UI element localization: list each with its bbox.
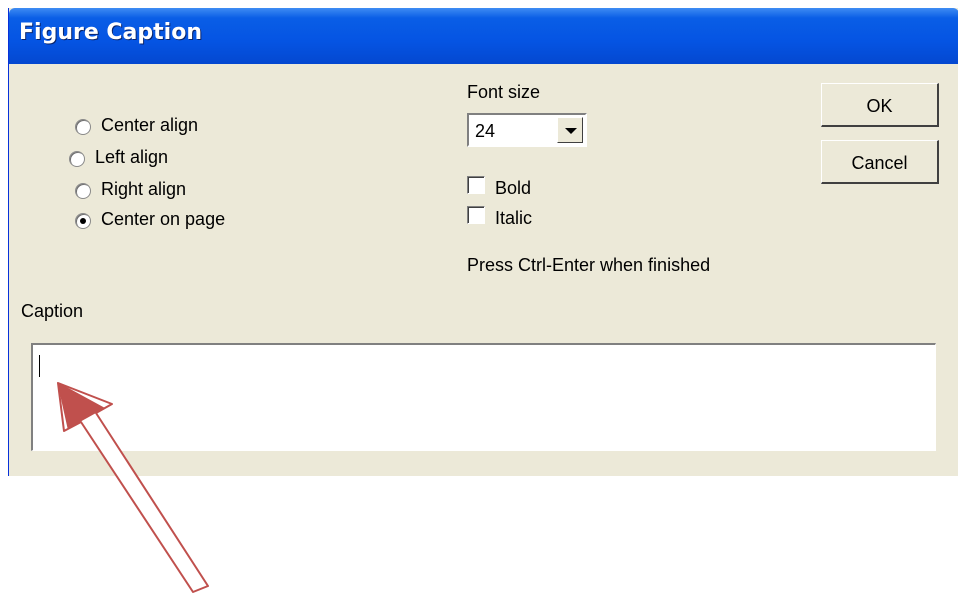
annotation-arrow <box>57 382 209 593</box>
arrow-icon <box>57 382 209 593</box>
